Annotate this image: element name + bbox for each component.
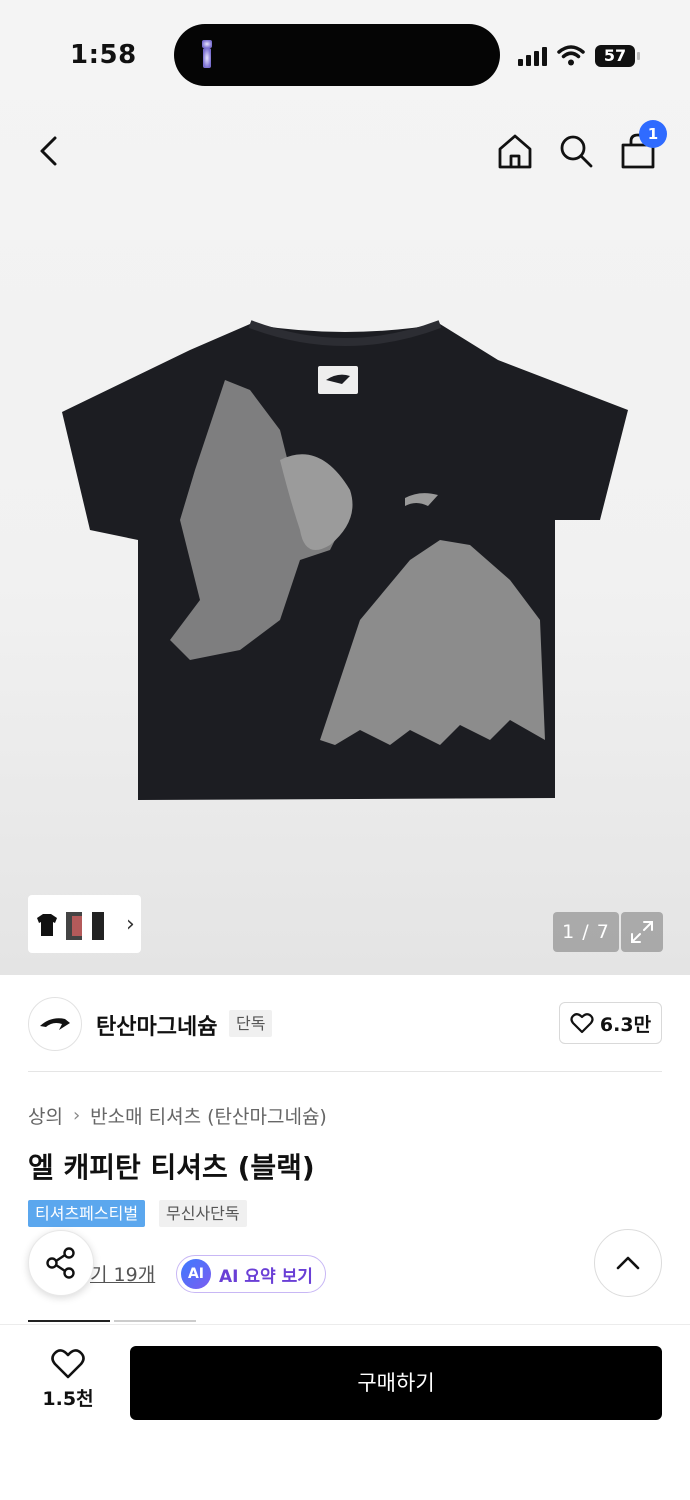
wishlist-button[interactable]: 1.5천 [38,1348,98,1418]
brand-logo-icon [40,1018,70,1030]
festival-tag: 티셔츠페스티벌 [28,1200,146,1227]
ai-badge: AI [181,1259,211,1289]
chevron-right-icon: › [72,1105,81,1126]
fullscreen-button[interactable] [621,912,663,952]
home-button[interactable] [492,128,538,174]
expand-icon [631,921,653,943]
exclusive-tag: 무신사단독 [159,1200,247,1227]
heart-icon [51,1349,85,1379]
wifi-icon [557,45,585,66]
brand-like-count: 6.3만 [599,1013,652,1036]
home-icon [498,134,532,169]
search-icon [560,135,593,168]
breadcrumb: 상의 › 반소매 티셔츠 (탄산마그네슘) [28,1102,327,1129]
brand-like-button[interactable]: 6.3만 [559,1002,662,1044]
cart-count-badge: 1 [639,120,667,148]
product-title: 엘 캐피탄 티셔츠 (블랙) [28,1151,315,1184]
brand-logo[interactable] [28,997,82,1051]
chevron-up-icon [616,1256,640,1270]
dynamic-island [174,24,500,86]
chevron-left-icon [40,136,57,166]
back-button[interactable] [26,128,72,174]
status-indicators: 57 [518,42,640,70]
flashlight-icon [202,40,212,68]
brand-name[interactable]: 탄산마그네슘 [96,1009,217,1041]
search-button[interactable] [553,128,599,174]
breadcrumb-category[interactable]: 상의 [28,1102,63,1129]
scroll-top-button[interactable] [594,1229,662,1297]
battery-indicator: 57 [595,45,640,67]
breadcrumb-subcategory[interactable]: 반소매 티셔츠 (탄산마그네슘) [90,1102,327,1129]
thumbnail-image[interactable] [34,904,60,944]
product-image[interactable] [60,320,630,810]
share-icon [46,1247,75,1279]
heart-icon [570,1013,594,1034]
thumbnail-image[interactable] [90,904,116,944]
thumbnail-image[interactable] [62,904,88,944]
buy-button[interactable]: 구매하기 [130,1346,662,1420]
share-button[interactable] [28,1230,94,1296]
ai-summary-button[interactable]: AI AI 요약 보기 [176,1255,326,1293]
wishlist-count: 1.5천 [42,1388,94,1410]
cellular-signal-icon [518,46,547,66]
divider [28,1071,662,1072]
chevron-right-icon: › [126,911,135,937]
cart-button[interactable]: 1 [615,120,667,174]
exclusive-tag: 단독 [229,1010,273,1037]
status-time: 1:58 [70,40,137,70]
image-counter: 1 / 7 [553,912,619,952]
thumbnail-strip[interactable]: › [28,895,141,953]
review-link[interactable]: 기 19개 [90,1260,155,1287]
ai-summary-label: AI 요약 보기 [219,1266,313,1287]
